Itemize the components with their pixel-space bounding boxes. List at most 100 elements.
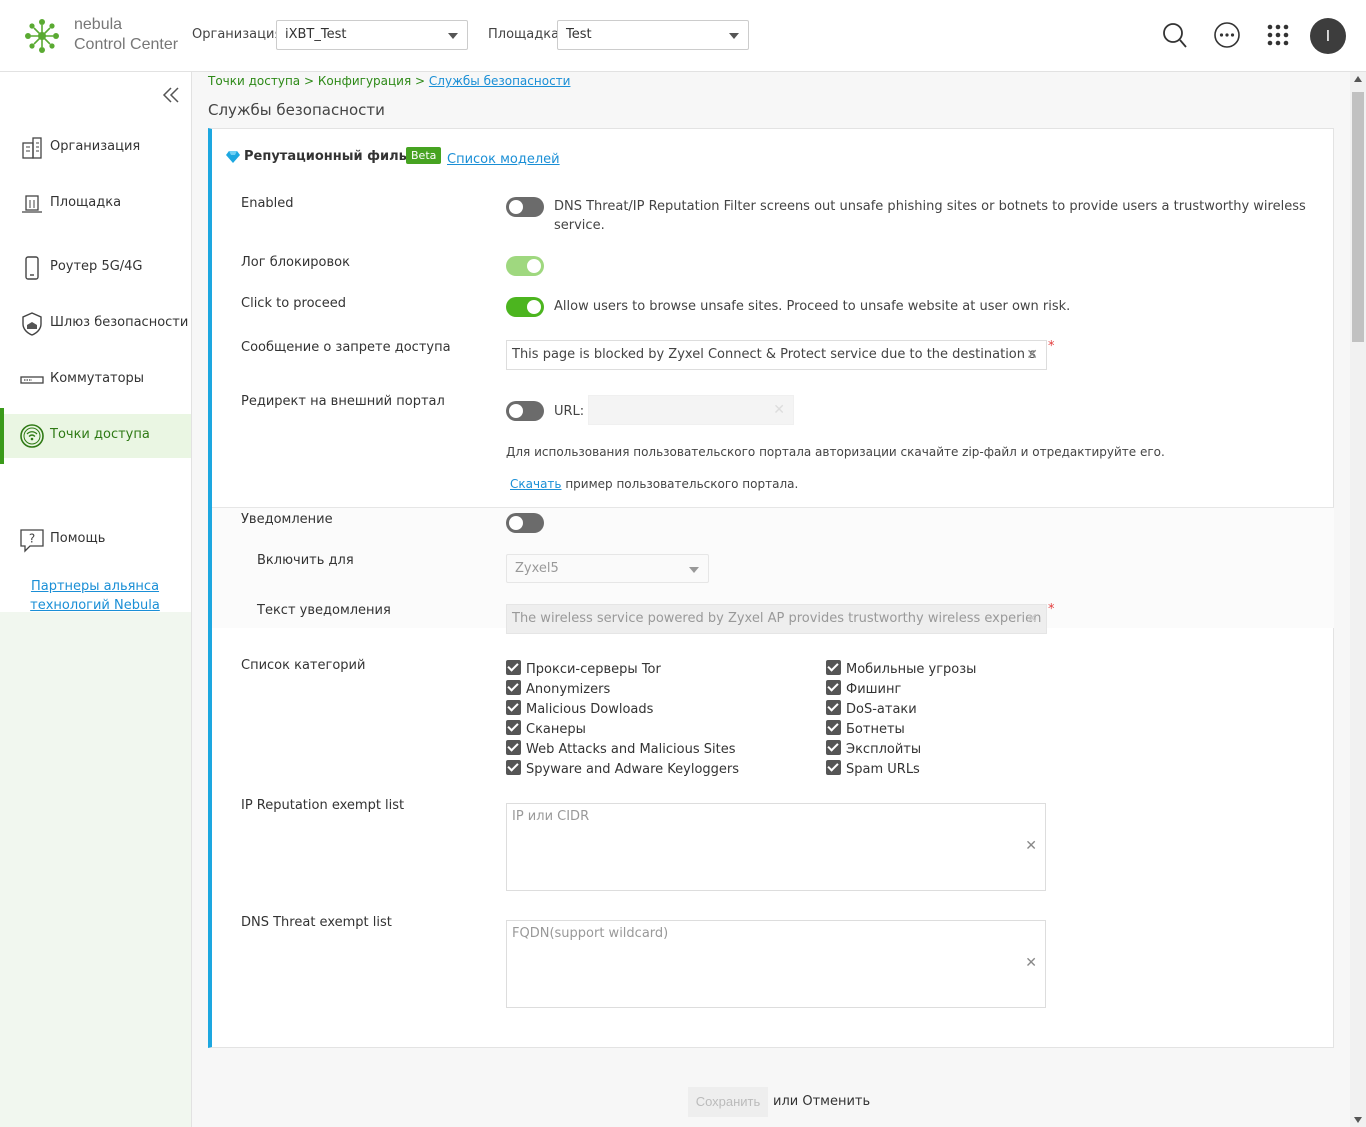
sidebar-item-label: Точки доступа <box>50 427 150 442</box>
enabled-description: DNS Threat/IP Reputation Filter screens … <box>554 199 1306 233</box>
enable-for-select[interactable]: Zyxel5 <box>506 554 709 583</box>
breadcrumb-access-points[interactable]: Точки доступа <box>208 74 300 88</box>
enabled-toggle[interactable] <box>506 197 544 217</box>
breadcrumb-separator: > <box>415 74 426 88</box>
sidebar-item-label: Шлюз безопасности <box>50 315 189 330</box>
category-label: Web Attacks and Malicious Sites <box>526 742 736 757</box>
scroll-up-icon[interactable] <box>1354 76 1362 82</box>
block-log-toggle[interactable] <box>506 256 544 276</box>
checkbox-checked-icon <box>506 680 521 695</box>
scrollbar-thumb[interactable] <box>1352 92 1364 342</box>
category-checkbox-botnets[interactable]: Ботнеты <box>826 720 905 737</box>
sidebar-item-organization[interactable]: Организация <box>0 126 191 170</box>
dns-exempt-input[interactable]: FQDN(support wildcard) ✕ <box>506 920 1046 1008</box>
help-icon: ? <box>20 529 44 553</box>
sidebar-item-help[interactable]: ? Помощь <box>0 518 191 562</box>
building-icon <box>22 137 42 159</box>
sidebar: Организация Площадка Роутер 5G/4G Шлюз б… <box>0 72 192 1127</box>
category-label: Эксплойты <box>846 742 922 757</box>
deny-message-input[interactable]: This page is blocked by Zyxel Connect & … <box>506 340 1047 370</box>
checkbox-checked-icon <box>826 760 841 775</box>
save-button[interactable]: Сохранить <box>688 1087 768 1117</box>
category-checkbox-spyware[interactable]: Spyware and Adware Keyloggers <box>506 760 739 777</box>
category-label: Фишинг <box>846 682 902 697</box>
partners-link[interactable]: Партнеры альянса технологий Nebula <box>30 577 160 615</box>
clear-icon[interactable]: ✕ <box>1026 341 1038 369</box>
deny-message-value: This page is blocked by Zyxel Connect & … <box>512 347 1036 362</box>
clear-icon[interactable]: ✕ <box>1025 838 1037 854</box>
category-checkbox-exploits[interactable]: Эксплойты <box>826 740 921 757</box>
category-checkbox-scanners[interactable]: Сканеры <box>506 720 586 737</box>
category-checkbox-dos[interactable]: DoS-атаки <box>826 700 917 717</box>
breadcrumb-current[interactable]: Службы безопасности <box>429 74 571 88</box>
category-checkbox-malicious-downloads[interactable]: Malicious Dowloads <box>506 700 653 717</box>
category-checkbox-tor[interactable]: Прокси-серверы Tor <box>506 660 661 677</box>
url-input[interactable]: ✕ <box>588 395 794 425</box>
checkbox-checked-icon <box>506 760 521 775</box>
enabled-label: Enabled <box>241 196 294 211</box>
shield-icon <box>22 312 42 336</box>
click-to-proceed-toggle[interactable] <box>506 297 544 317</box>
download-link[interactable]: Скачать <box>510 477 562 491</box>
notification-toggle[interactable] <box>506 513 544 533</box>
checkbox-checked-icon <box>506 720 521 735</box>
page-scrollbar[interactable] <box>1350 72 1366 1127</box>
notification-text-value: The wireless service powered by Zyxel AP… <box>512 611 1042 626</box>
ip-exempt-input[interactable]: IP или CIDR ✕ <box>506 803 1046 891</box>
sidebar-item-label: Организация <box>50 139 141 154</box>
category-label: Мобильные угрозы <box>846 662 977 677</box>
user-avatar[interactable]: I <box>1310 18 1346 54</box>
site-label: Площадка: <box>488 27 564 42</box>
mobile-router-icon <box>25 256 39 280</box>
redirect-toggle[interactable] <box>506 401 544 421</box>
apps-grid-icon[interactable] <box>1260 17 1296 53</box>
sidebar-item-access-points[interactable]: Точки доступа <box>0 408 191 464</box>
nebula-logo-icon[interactable] <box>22 16 62 56</box>
category-label: Ботнеты <box>846 722 905 737</box>
portal-download: Скачать пример пользовательского портала… <box>510 475 798 494</box>
search-icon[interactable] <box>1157 17 1193 53</box>
beta-badge: Beta <box>406 147 442 164</box>
sidebar-item-label: Роутер 5G/4G <box>50 259 143 274</box>
brand-line1: nebula <box>74 16 123 33</box>
click-to-proceed-description: Allow users to browse unsafe sites. Proc… <box>554 299 1071 314</box>
category-label: DoS-атаки <box>846 702 917 717</box>
notification-text-input[interactable]: The wireless service powered by Zyxel AP… <box>506 604 1047 634</box>
category-checkbox-spam-urls[interactable]: Spam URLs <box>826 760 920 777</box>
category-checkbox-phishing[interactable]: Фишинг <box>826 680 901 697</box>
redirect-label: Редирект на внешний портал <box>241 394 445 409</box>
reputation-filter-card: Репутационный фильтр Beta Список моделей… <box>208 128 1334 1048</box>
enable-for-value: Zyxel5 <box>515 561 559 576</box>
sidebar-item-security-gateway[interactable]: Шлюз безопасности <box>0 302 191 346</box>
sidebar-item-label: Коммутаторы <box>50 371 145 386</box>
category-checkbox-web-attacks[interactable]: Web Attacks and Malicious Sites <box>506 740 735 757</box>
clear-icon[interactable]: ✕ <box>1025 955 1037 971</box>
category-label: Spam URLs <box>846 762 920 777</box>
category-checkbox-anonymizers[interactable]: Anonymizers <box>506 680 610 697</box>
model-list-link[interactable]: Список моделей <box>447 152 560 167</box>
org-select-value: iXBT_Test <box>285 27 347 42</box>
cancel-link[interactable]: или Отменить <box>773 1094 870 1109</box>
org-select[interactable]: iXBT_Test <box>276 20 468 50</box>
sidebar-item-switches[interactable]: Коммутаторы <box>0 358 191 402</box>
chevron-down-icon <box>689 567 699 573</box>
checkbox-checked-icon <box>506 700 521 715</box>
download-suffix: пример пользовательского портала. <box>565 477 799 491</box>
more-options-icon[interactable] <box>1209 17 1245 53</box>
sidebar-item-router[interactable]: Роутер 5G/4G <box>0 246 191 290</box>
access-point-icon <box>20 424 44 448</box>
breadcrumb: Точки доступа > Конфигурация > Службы бе… <box>208 74 570 88</box>
notification-label: Уведомление <box>241 512 333 527</box>
block-log-label: Лог блокировок <box>241 255 350 270</box>
sidebar-item-site[interactable]: Площадка <box>0 182 191 226</box>
ip-exempt-placeholder: IP или CIDR <box>512 809 590 824</box>
breadcrumb-configuration[interactable]: Конфигурация <box>318 74 411 88</box>
collapse-sidebar-icon[interactable] <box>160 84 182 106</box>
site-select[interactable]: Test <box>557 20 749 50</box>
chevron-down-icon <box>448 33 458 39</box>
scroll-down-icon[interactable] <box>1354 1117 1362 1123</box>
dns-exempt-placeholder: FQDN(support wildcard) <box>512 926 669 941</box>
checkbox-checked-icon <box>506 660 521 675</box>
category-checkbox-mobile-threats[interactable]: Мобильные угрозы <box>826 660 976 677</box>
checkbox-checked-icon <box>826 680 841 695</box>
